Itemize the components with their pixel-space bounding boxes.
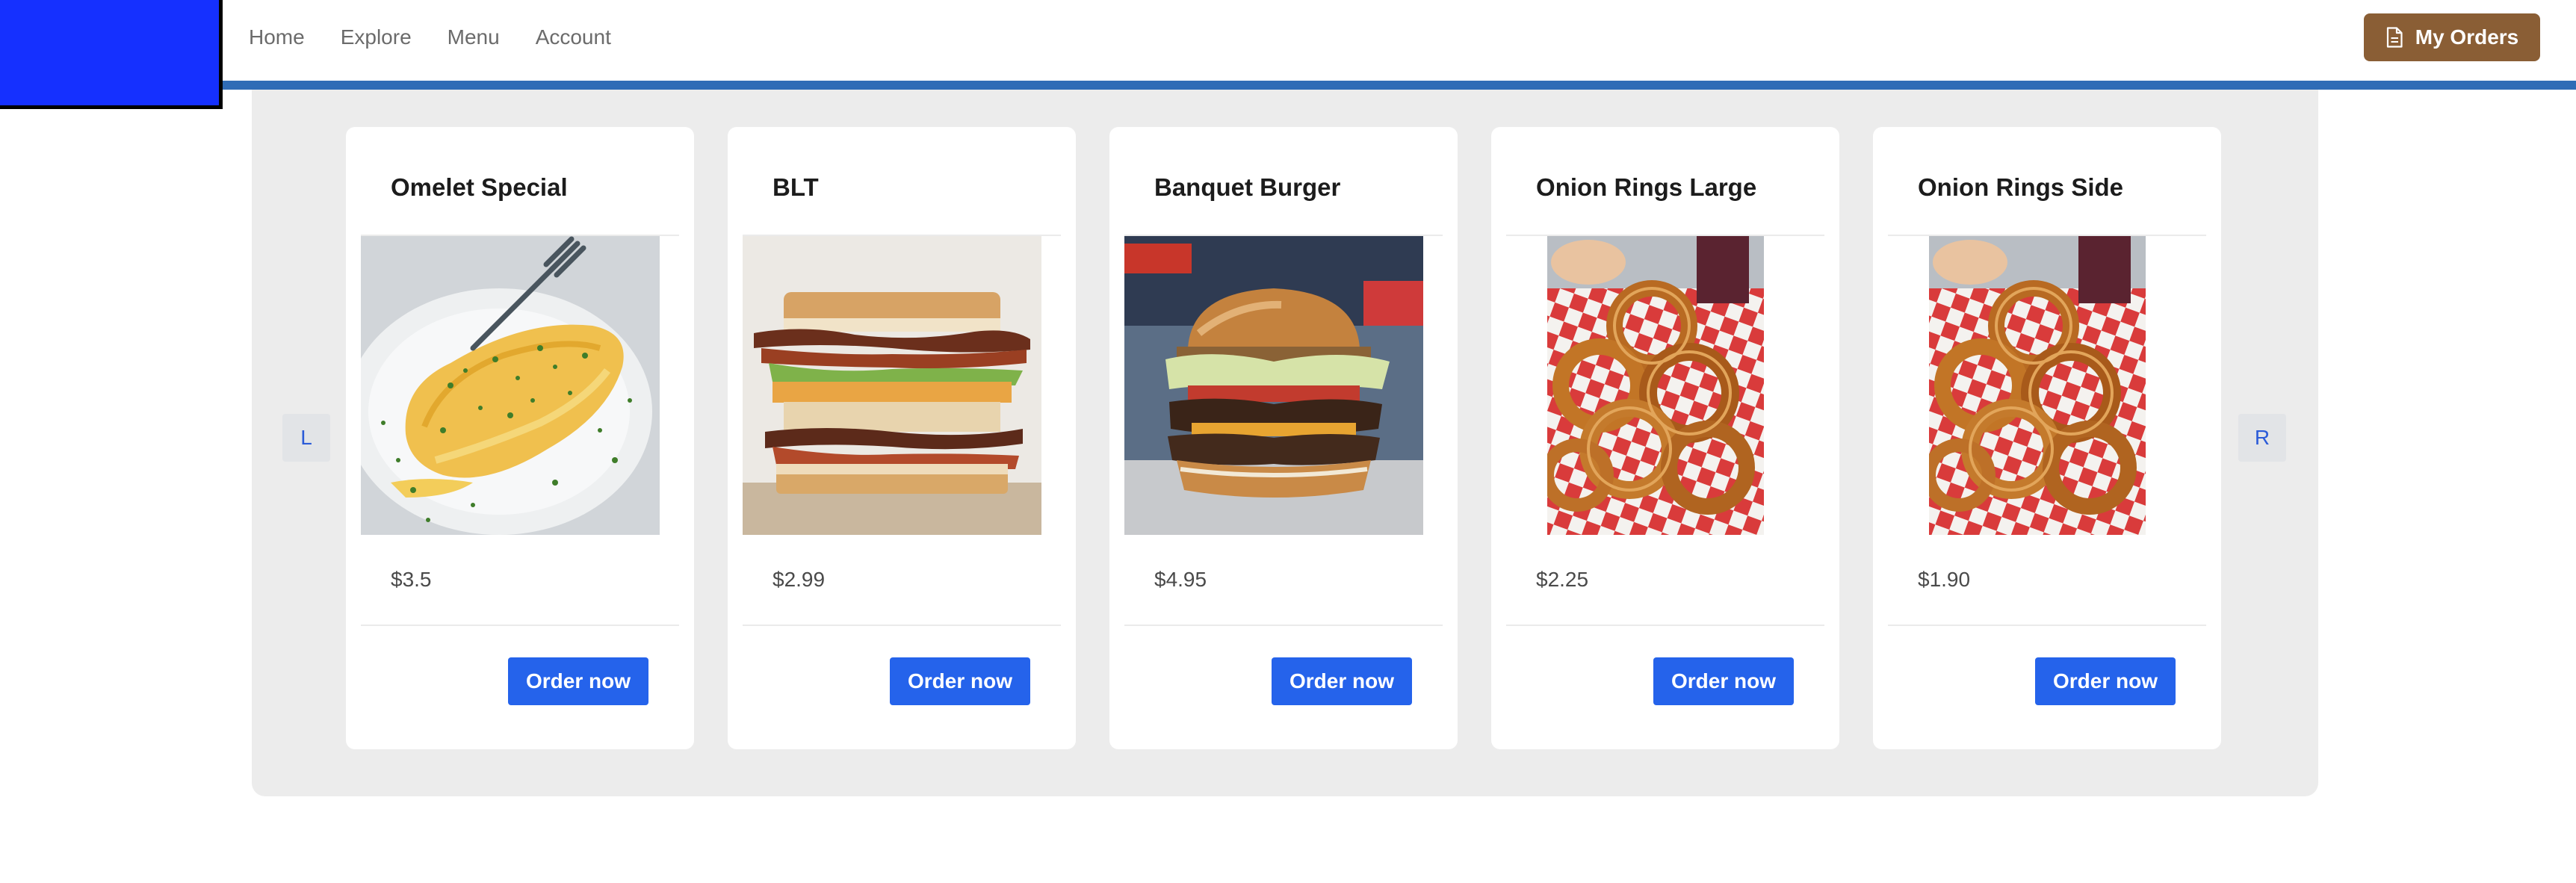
order-now-button[interactable]: Order now xyxy=(2035,657,2176,705)
my-orders-button[interactable]: My Orders xyxy=(2364,13,2540,61)
menu-card-omelet-special: Omelet Special $3.5 Order now xyxy=(346,127,694,749)
nav-link-home[interactable]: Home xyxy=(249,25,305,49)
menu-card-banquet-burger: Banquet Burger $4.95 Order now xyxy=(1109,127,1458,749)
my-orders-label: My Orders xyxy=(2415,25,2519,49)
card-divider xyxy=(361,625,679,626)
nav-links: Home Explore Menu Account xyxy=(249,0,611,75)
nav-link-explore[interactable]: Explore xyxy=(341,25,412,49)
card-price: $3.5 xyxy=(391,568,432,591)
carousel-next-button[interactable]: R xyxy=(2238,414,2286,462)
card-title: Banquet Burger xyxy=(1154,173,1341,201)
order-now-button[interactable]: Order now xyxy=(1272,657,1412,705)
onion-rings-photo xyxy=(1547,236,1764,535)
order-now-button[interactable]: Order now xyxy=(508,657,648,705)
card-price: $2.25 xyxy=(1536,568,1589,591)
card-price: $2.99 xyxy=(773,568,826,591)
card-title: Omelet Special xyxy=(391,173,568,201)
card-title: Onion Rings Large xyxy=(1536,173,1757,201)
card-title: BLT xyxy=(773,173,819,201)
blt-sandwich-photo xyxy=(743,236,1041,535)
card-divider xyxy=(1124,625,1443,626)
onion-rings-photo xyxy=(1929,236,2146,535)
card-divider xyxy=(1506,625,1824,626)
burger-photo xyxy=(1124,236,1423,535)
omelet-photo xyxy=(361,236,660,535)
menu-card-onion-rings-large: Onion Rings Large $2.25 Order now xyxy=(1491,127,1839,749)
order-now-button[interactable]: Order now xyxy=(1653,657,1794,705)
top-navbar: Home Explore Menu Account My Orders xyxy=(0,0,2576,90)
card-title: Onion Rings Side xyxy=(1918,173,2124,201)
document-icon xyxy=(2386,27,2403,48)
nav-link-menu[interactable]: Menu xyxy=(448,25,500,49)
carousel-prev-button[interactable]: L xyxy=(282,414,330,462)
card-divider xyxy=(743,625,1061,626)
card-divider xyxy=(1888,625,2206,626)
brand-logo[interactable] xyxy=(0,0,223,109)
menu-card-onion-rings-side: Onion Rings Side $1.90 Order now xyxy=(1873,127,2221,749)
nav-link-account[interactable]: Account xyxy=(536,25,611,49)
card-price: $4.95 xyxy=(1154,568,1207,591)
card-price: $1.90 xyxy=(1918,568,1971,591)
order-now-button[interactable]: Order now xyxy=(890,657,1030,705)
menu-card-blt: BLT $2.99 Order now xyxy=(728,127,1076,749)
